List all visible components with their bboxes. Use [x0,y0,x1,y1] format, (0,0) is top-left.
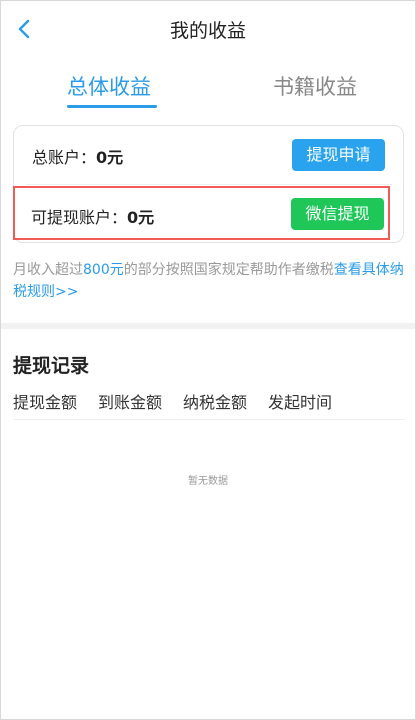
page-title: 我的收益 [169,20,246,42]
withdrawable-account-label: 可提现账户： [31,208,128,227]
total-account-value: 0元 [96,148,124,167]
records-title: 提现记录 [13,355,90,377]
tax-note-middle: 的部分按照国家规定帮助作者缴税 [123,262,334,278]
tab-book-earnings[interactable]: 书籍收益 [273,71,357,101]
header-bar: 我的收益 [1,1,415,57]
total-account-label: 总账户： [32,148,97,167]
column-received-amount: 到账金额 [98,393,163,412]
withdrawable-account-value: 0元 [127,208,155,227]
total-account-row: 总账户：0元 [32,144,123,168]
active-tab-indicator [67,105,157,108]
section-divider [1,323,415,329]
tax-note-threshold: 800元 [83,262,124,278]
tab-overall-earnings[interactable]: 总体收益 [67,71,151,101]
earnings-tabs: 总体收益 书籍收益 [1,71,415,115]
card-divider [26,184,392,185]
wechat-withdraw-button[interactable]: 微信提现 [291,198,384,230]
column-tax-amount: 纳税金额 [183,393,248,412]
column-initiated-time: 发起时间 [268,393,333,412]
page: 我的收益 总体收益 书籍收益 总账户：0元 提现申请 可提现账户：0元 微信提现… [0,0,416,720]
tax-note-prefix: 月收入超过 [13,262,83,278]
tax-note: 月收入超过800元的部分按照国家规定帮助作者缴税查看具体纳税规则>> [13,259,405,303]
column-withdraw-amount: 提现金额 [13,393,78,412]
records-divider [13,419,405,420]
withdrawable-account-row: 可提现账户：0元 [31,204,154,228]
empty-state-text: 暂无数据 [188,476,228,487]
withdraw-apply-button[interactable]: 提现申请 [292,139,385,171]
records-header: 提现金额 到账金额 纳税金额 发起时间 [13,389,405,413]
